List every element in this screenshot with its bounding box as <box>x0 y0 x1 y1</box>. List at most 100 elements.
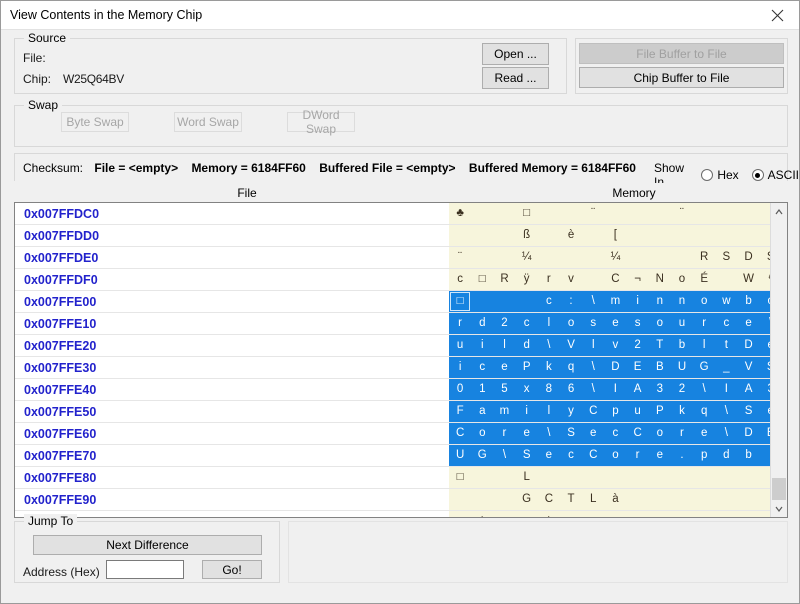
memory-char-cell[interactable]: G <box>516 489 538 510</box>
memory-char-cell[interactable] <box>560 467 582 488</box>
memory-char-cell[interactable]: l <box>538 401 560 422</box>
row-memory-bytes[interactable]: □ L <box>449 467 770 488</box>
memory-char-cell[interactable]: S <box>760 357 770 378</box>
table-row[interactable]: 0x007FFE90 G C T Là <box>15 489 770 511</box>
memory-char-cell[interactable] <box>671 511 693 517</box>
memory-char-cell[interactable]: ¨ <box>582 203 604 224</box>
memory-char-cell[interactable]: x <box>516 511 538 517</box>
memory-char-cell[interactable] <box>516 291 538 312</box>
row-memory-bytes[interactable]: icePkq\DEBUG_VS2 <box>449 357 770 378</box>
memory-char-cell[interactable]: c <box>560 445 582 466</box>
memory-char-cell[interactable] <box>538 467 560 488</box>
memory-char-cell[interactable]: 2 <box>671 379 693 400</box>
memory-char-cell[interactable]: \ <box>693 379 715 400</box>
memory-char-cell[interactable]: N <box>649 269 671 290</box>
memory-char-cell[interactable]: s <box>627 313 649 334</box>
row-file-bytes[interactable] <box>205 423 449 444</box>
memory-char-cell[interactable]: o <box>760 291 770 312</box>
memory-char-cell[interactable] <box>760 511 770 517</box>
memory-char-cell[interactable]: c <box>604 423 626 444</box>
memory-char-cell[interactable]: l <box>693 335 715 356</box>
memory-char-cell[interactable]: P <box>649 401 671 422</box>
memory-char-cell[interactable] <box>737 489 759 510</box>
memory-char-cell[interactable] <box>649 203 671 224</box>
row-memory-bytes[interactable]: uild\Vlv2TbltDev <box>449 335 770 356</box>
table-row[interactable]: 0x007FFE60 Core\SecCore\DEB <box>15 423 770 445</box>
row-file-bytes[interactable] <box>205 401 449 422</box>
memory-char-cell[interactable]: o <box>649 423 671 444</box>
memory-char-cell[interactable]: E <box>760 423 770 444</box>
memory-char-cell[interactable]: ¬ <box>627 269 649 290</box>
memory-char-cell[interactable] <box>715 511 737 517</box>
table-row[interactable]: 0x007FFE50 FamilyCpuPkq\Sec <box>15 401 770 423</box>
memory-char-cell[interactable] <box>760 225 770 246</box>
memory-char-cell[interactable]: c <box>449 269 471 290</box>
memory-char-cell[interactable]: U <box>449 445 471 466</box>
memory-char-cell[interactable]: d <box>471 313 493 334</box>
memory-char-cell[interactable]: C <box>538 489 560 510</box>
memory-char-cell[interactable] <box>582 511 604 517</box>
memory-char-cell[interactable] <box>649 225 671 246</box>
memory-char-cell[interactable]: R <box>493 269 515 290</box>
memory-char-cell[interactable] <box>471 247 493 268</box>
memory-char-cell[interactable]: t <box>471 511 493 517</box>
memory-char-cell[interactable] <box>671 247 693 268</box>
memory-char-cell[interactable]: u <box>449 335 471 356</box>
memory-char-cell[interactable]: S <box>516 445 538 466</box>
memory-char-cell[interactable] <box>715 467 737 488</box>
memory-char-cell[interactable] <box>449 225 471 246</box>
row-memory-bytes[interactable]: ß è [ <box>449 225 770 246</box>
memory-char-cell[interactable]: è <box>560 225 582 246</box>
table-row[interactable]: 0x007FFE20uild\Vlv2TbltDev <box>15 335 770 357</box>
table-row[interactable]: 0x007FFE00□c:\minnowboa <box>15 291 770 313</box>
memory-char-cell[interactable]: C <box>627 423 649 444</box>
memory-char-cell[interactable]: b <box>737 291 759 312</box>
memory-char-cell[interactable]: b <box>671 335 693 356</box>
memory-char-cell[interactable]: P <box>516 357 538 378</box>
memory-char-cell[interactable]: _ <box>715 357 737 378</box>
memory-char-cell[interactable] <box>737 467 759 488</box>
memory-char-cell[interactable]: 8 <box>538 379 560 400</box>
memory-char-cell[interactable] <box>671 489 693 510</box>
memory-char-cell[interactable]: e <box>604 313 626 334</box>
memory-char-cell[interactable]: c <box>471 357 493 378</box>
memory-char-cell[interactable]: d <box>715 445 737 466</box>
memory-char-cell[interactable]: o <box>471 423 493 444</box>
memory-char-cell[interactable]: r <box>449 313 471 334</box>
row-memory-bytes[interactable]: rd2closesource\B <box>449 313 770 334</box>
memory-char-cell[interactable]: e <box>760 335 770 356</box>
memory-char-cell[interactable]: □ <box>627 511 649 517</box>
table-row[interactable]: 0x007FFDD0 ß è [ <box>15 225 770 247</box>
row-file-bytes[interactable] <box>205 225 449 246</box>
memory-char-cell[interactable] <box>627 489 649 510</box>
memory-char-cell[interactable] <box>693 225 715 246</box>
memory-char-cell[interactable] <box>560 203 582 224</box>
memory-char-cell[interactable] <box>693 467 715 488</box>
memory-char-cell[interactable] <box>760 203 770 224</box>
table-row[interactable]: 0x007FFE10 rd2closesource\B <box>15 313 770 335</box>
memory-char-cell[interactable]: . <box>449 511 471 517</box>
memory-char-cell[interactable] <box>449 489 471 510</box>
memory-char-cell[interactable] <box>604 511 626 517</box>
memory-char-cell[interactable]: t <box>538 511 560 517</box>
radio-ascii[interactable]: ASCII <box>751 168 799 182</box>
memory-char-cell[interactable]: E <box>627 357 649 378</box>
row-memory-bytes[interactable]: GCTLà <box>449 489 770 510</box>
memory-char-cell[interactable]: l <box>582 335 604 356</box>
memory-char-cell[interactable] <box>582 269 604 290</box>
memory-char-cell[interactable]: i <box>627 291 649 312</box>
memory-char-cell[interactable]: \ <box>493 445 515 466</box>
memory-char-cell[interactable]: V <box>560 335 582 356</box>
row-memory-bytes[interactable]: c□RÿrvC¬NoÉWª= <box>449 269 770 290</box>
memory-char-cell[interactable] <box>671 467 693 488</box>
memory-char-cell[interactable]: k <box>538 357 560 378</box>
row-file-bytes[interactable] <box>205 269 449 290</box>
memory-char-cell[interactable]: p <box>693 445 715 466</box>
memory-char-cell[interactable] <box>627 225 649 246</box>
memory-char-cell[interactable]: □ <box>471 269 493 290</box>
row-file-bytes[interactable] <box>205 247 449 268</box>
memory-char-cell[interactable] <box>715 269 737 290</box>
row-file-bytes[interactable] <box>205 379 449 400</box>
memory-char-cell[interactable]: 1 <box>471 379 493 400</box>
memory-char-cell[interactable]: S <box>760 247 770 268</box>
